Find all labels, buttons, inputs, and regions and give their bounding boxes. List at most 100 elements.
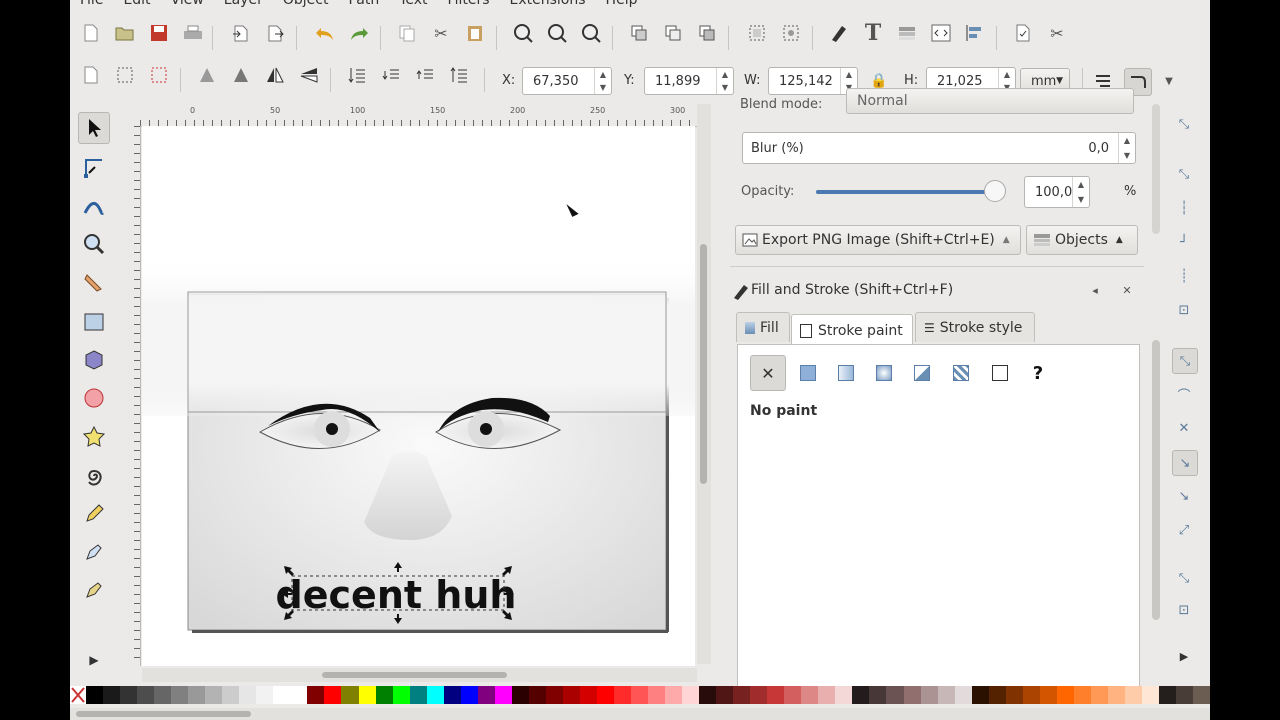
snap-bbox-corner-icon[interactable]: ┘ (1172, 230, 1196, 254)
drawing-canvas[interactable]: decent huh (142, 126, 695, 666)
selector-tool-icon[interactable] (78, 112, 110, 144)
group-icon[interactable] (746, 22, 768, 44)
copy-icon[interactable] (396, 22, 418, 44)
color-swatch[interactable] (375, 686, 393, 704)
snap-midpoint-icon[interactable]: ⤢ (1172, 518, 1196, 542)
redo-icon[interactable] (348, 22, 370, 44)
w-field[interactable]: 125,142 ▲▼ (768, 67, 858, 95)
more-tools-icon[interactable]: ▶ (78, 644, 110, 676)
mesh-gradient-button[interactable] (910, 361, 934, 385)
snap-bbox-center-icon[interactable]: ⊡ (1172, 298, 1196, 322)
snap-smooth-icon[interactable]: ↘ (1172, 484, 1196, 508)
snap-cusp-icon[interactable]: ↘ (1172, 450, 1198, 476)
color-swatch[interactable] (222, 686, 240, 704)
open-icon[interactable] (114, 22, 136, 44)
zoom-drawing-icon[interactable] (546, 22, 568, 44)
export-png-button[interactable]: Export PNG Image (Shift+Ctrl+E) ▲ (735, 225, 1021, 255)
color-swatch[interactable] (613, 686, 631, 704)
star-tool-icon[interactable] (78, 420, 110, 452)
color-swatch[interactable] (1090, 686, 1108, 704)
xml-editor-icon[interactable] (930, 22, 952, 44)
import-icon[interactable] (230, 22, 252, 44)
color-swatch[interactable] (750, 686, 768, 704)
color-swatch[interactable] (273, 686, 291, 704)
color-swatch[interactable] (154, 686, 172, 704)
color-swatch[interactable] (716, 686, 734, 704)
rotate-ccw-icon[interactable] (196, 64, 218, 86)
color-swatch[interactable] (528, 686, 546, 704)
color-swatch[interactable] (477, 686, 495, 704)
color-swatch[interactable] (1005, 686, 1023, 704)
ellipse-tool-icon[interactable] (78, 382, 110, 414)
color-swatch[interactable] (443, 686, 461, 704)
color-swatch[interactable] (920, 686, 938, 704)
deselect-icon[interactable] (148, 64, 170, 86)
color-swatch[interactable] (665, 686, 683, 704)
undo-icon[interactable] (314, 22, 336, 44)
menu-filters[interactable]: Filters (438, 0, 500, 10)
menu-object[interactable]: Object (273, 0, 339, 10)
color-swatch[interactable] (341, 686, 359, 704)
clone-icon[interactable] (662, 22, 684, 44)
tab-stroke-paint[interactable]: Stroke paint (791, 314, 913, 346)
color-swatch[interactable] (205, 686, 223, 704)
pencil-tool-icon[interactable] (78, 498, 110, 530)
zoom-page-icon[interactable] (580, 22, 602, 44)
color-swatch[interactable] (86, 686, 104, 704)
color-swatch[interactable] (409, 686, 427, 704)
more-options-icon[interactable]: ▼ (1158, 70, 1180, 92)
menu-extensions[interactable]: Extensions (500, 0, 596, 10)
duplicate-icon[interactable] (628, 22, 650, 44)
tweak-tool-icon[interactable] (78, 190, 110, 222)
color-swatch[interactable] (1193, 686, 1210, 704)
color-swatch[interactable] (733, 686, 751, 704)
color-swatch[interactable] (290, 686, 308, 704)
color-swatch[interactable] (137, 686, 155, 704)
select-all-layers-icon[interactable] (114, 64, 136, 86)
unset-paint-button[interactable]: ? (1026, 361, 1050, 385)
menu-view[interactable]: View (161, 0, 214, 10)
color-swatch[interactable] (648, 686, 666, 704)
blur-spinner[interactable]: ▲ ▼ (1118, 133, 1135, 163)
rotate-cw-icon[interactable] (230, 64, 252, 86)
spiral-tool-icon[interactable] (78, 460, 110, 492)
no-color-swatch[interactable] (70, 686, 86, 704)
y-field[interactable]: 11,899 ▲ ▼ (644, 67, 734, 95)
save-icon[interactable] (148, 22, 170, 44)
x-field[interactable]: 67,350 ▲ ▼ (522, 67, 612, 95)
color-swatch[interactable] (324, 686, 342, 704)
color-swatch[interactable] (103, 686, 121, 704)
color-swatch[interactable] (494, 686, 512, 704)
color-swatch[interactable] (903, 686, 921, 704)
color-swatch[interactable] (188, 686, 206, 704)
snap-nodes-icon[interactable]: ⤡ (1172, 348, 1198, 374)
flat-color-button[interactable] (796, 361, 820, 385)
color-swatch[interactable] (545, 686, 563, 704)
opacity-field[interactable]: 100,0 ▲ ▼ (1024, 176, 1090, 208)
new-icon[interactable] (80, 22, 102, 44)
flip-horizontal-icon[interactable] (264, 64, 286, 86)
zoom-selection-icon[interactable] (512, 22, 534, 44)
color-swatch[interactable] (239, 686, 257, 704)
print-icon[interactable] (182, 22, 204, 44)
text-icon[interactable]: T (862, 20, 884, 46)
color-swatch[interactable] (954, 686, 972, 704)
x-spinner[interactable]: ▲ ▼ (594, 68, 611, 94)
menu-edit[interactable]: Edit (113, 0, 160, 10)
pen-tool-icon[interactable] (78, 536, 110, 568)
color-swatch[interactable] (1022, 686, 1040, 704)
color-swatch[interactable] (631, 686, 649, 704)
tab-fill[interactable]: Fill (736, 312, 790, 342)
more-snap-icon[interactable]: ▶ (1172, 644, 1196, 668)
linear-gradient-button[interactable] (834, 361, 858, 385)
snap-enable-icon[interactable]: ⤡ (1172, 112, 1196, 136)
measure-tool-icon[interactable] (78, 266, 110, 298)
color-swatch[interactable] (256, 686, 274, 704)
color-swatch[interactable] (1158, 686, 1176, 704)
color-swatch[interactable] (682, 686, 700, 704)
color-swatch[interactable] (971, 686, 989, 704)
cut-icon[interactable]: ✂ (430, 22, 452, 44)
objects-button[interactable]: Objects ▲ (1026, 225, 1138, 255)
color-swatch[interactable] (392, 686, 410, 704)
color-swatch[interactable] (562, 686, 580, 704)
